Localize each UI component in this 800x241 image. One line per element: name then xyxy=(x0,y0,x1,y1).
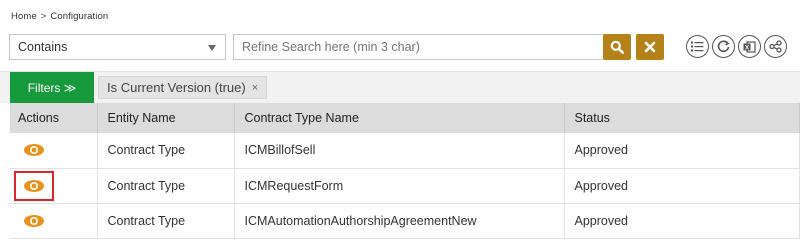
excel-export-icon[interactable]: X xyxy=(738,35,761,58)
filter-chip: Is Current Version (true) × xyxy=(98,76,268,99)
contract-type-name-cell: ICMRequestForm xyxy=(234,168,565,204)
entity-name-cell: Contract Type xyxy=(97,203,235,239)
search-button[interactable] xyxy=(603,34,631,60)
view-button[interactable] xyxy=(14,206,54,236)
chevron-down-icon xyxy=(208,45,216,51)
remove-filter-icon[interactable]: × xyxy=(252,82,258,94)
close-icon xyxy=(644,41,656,53)
actions-cell xyxy=(10,203,98,239)
breadcrumb-home[interactable]: Home xyxy=(11,11,37,22)
entity-name-cell: Contract Type xyxy=(97,133,235,169)
breadcrumb-separator: > xyxy=(40,11,47,22)
status-cell: Approved xyxy=(564,133,800,169)
column-header-entity-name[interactable]: Entity Name xyxy=(97,103,235,133)
share-icon[interactable] xyxy=(764,35,787,58)
clear-search-button[interactable] xyxy=(636,34,664,60)
table-row: Contract Type ICMBillofSell Approved xyxy=(10,133,800,169)
status-cell: Approved xyxy=(564,203,800,239)
contract-type-name-cell: ICMBillofSell xyxy=(234,133,565,169)
eye-icon xyxy=(24,144,44,157)
refresh-icon[interactable] xyxy=(712,35,735,58)
column-header-actions: Actions xyxy=(10,103,98,133)
table-row: Contract Type ICMRequestForm Approved xyxy=(10,168,800,204)
list-icon[interactable] xyxy=(686,35,709,58)
entity-name-cell: Contract Type xyxy=(97,168,235,204)
filter-bar: Filters ≫ Is Current Version (true) × xyxy=(0,71,800,103)
table-row: Contract Type ICMAutomationAuthorshipAgr… xyxy=(10,203,800,239)
view-button[interactable] xyxy=(14,135,54,165)
actions-cell xyxy=(10,168,98,204)
eye-icon xyxy=(24,179,44,192)
filter-chip-label: Is Current Version (true) xyxy=(107,80,246,95)
column-header-contract-type-name[interactable]: Contract Type Name xyxy=(234,103,565,133)
view-button[interactable] xyxy=(14,170,54,201)
breadcrumb-current: Configuration xyxy=(50,11,109,22)
svg-text:X: X xyxy=(745,45,749,51)
filters-button[interactable]: Filters ≫ xyxy=(10,72,94,103)
contract-type-name-cell: ICMAutomationAuthorshipAgreementNew xyxy=(234,203,565,239)
toolbar-icons: X xyxy=(686,35,787,59)
eye-icon xyxy=(24,214,44,227)
search-bar: Contains Refine Search here (min 3 char)… xyxy=(9,34,799,60)
search-icon xyxy=(610,40,624,54)
search-operator-select[interactable]: Contains xyxy=(9,34,226,60)
actions-cell xyxy=(10,133,98,169)
status-cell: Approved xyxy=(564,168,800,204)
search-operator-value: Contains xyxy=(18,40,68,54)
breadcrumb: Home > Configuration xyxy=(11,11,108,22)
table-header-row: Actions Entity Name Contract Type Name S… xyxy=(10,103,800,133)
column-header-status[interactable]: Status xyxy=(564,103,800,133)
search-input[interactable] xyxy=(233,34,605,60)
contract-types-table: Actions Entity Name Contract Type Name S… xyxy=(10,103,800,239)
